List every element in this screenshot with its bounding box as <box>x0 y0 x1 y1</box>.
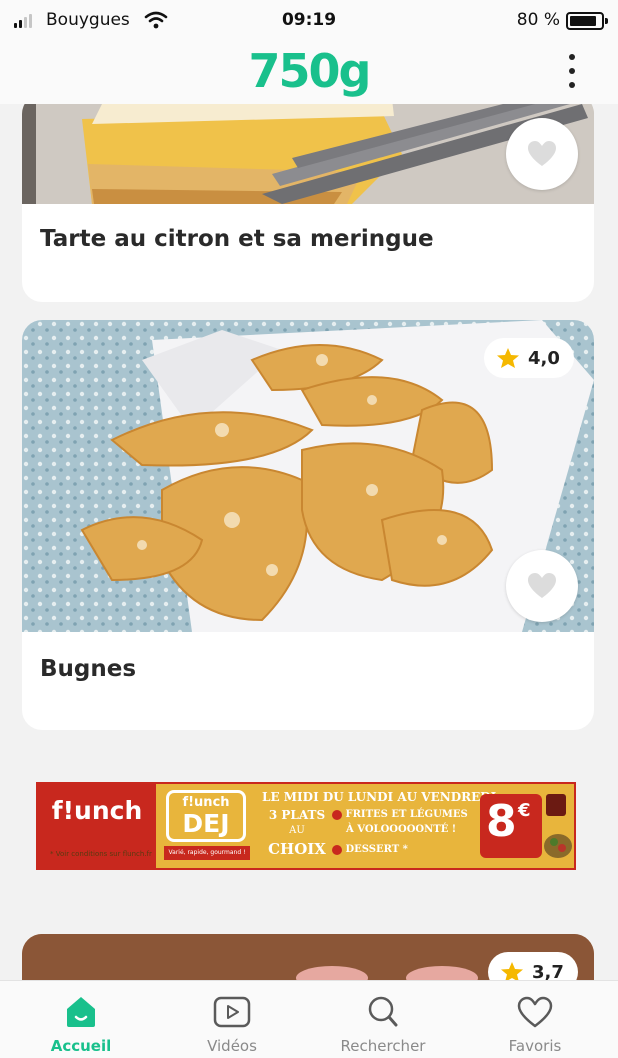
ad-conditions: * Voir conditions sur flunch.fr <box>50 850 152 858</box>
play-icon <box>213 996 251 1028</box>
ad-dej-brand: f!unch <box>182 795 230 810</box>
advertisement-banner[interactable]: f!unch * Voir conditions sur flunch.fr f… <box>36 782 576 870</box>
tab-favoris[interactable]: Favoris <box>458 981 612 1058</box>
search-icon <box>368 996 398 1027</box>
ad-currency: € <box>518 800 531 821</box>
ad-dej-title: DEJ <box>182 809 230 838</box>
favorite-button[interactable] <box>506 118 578 190</box>
recipe-title[interactable]: Bugnes <box>40 656 136 682</box>
ad-option-frites: FRITES ET LÉGUMES <box>332 809 468 820</box>
tab-videos[interactable]: Vidéos <box>155 981 309 1058</box>
favorite-button[interactable] <box>506 550 578 622</box>
ad-option-volonte: À VOLOOOOONTÉ ! <box>346 824 457 835</box>
ad-price: 8 <box>486 796 517 847</box>
ad-plats-line3: CHOIX <box>268 840 326 858</box>
battery-percentage: 80 % <box>516 10 560 30</box>
ad-plats-line2: AU <box>289 825 305 836</box>
tab-label: Vidéos <box>207 1037 257 1055</box>
app-header: 750g <box>0 42 618 104</box>
tab-rechercher[interactable]: Rechercher <box>306 981 460 1058</box>
ad-headline: LE MIDI DU LUNDI AU VENDREDI <box>262 790 497 804</box>
recipe-feed[interactable]: Tarte au citron et sa meringue 4,0 Bugne… <box>0 104 618 980</box>
star-icon <box>497 348 519 368</box>
bottom-tab-bar: Accueil Vidéos Rechercher Favoris <box>0 980 618 1058</box>
ad-brand-logo: f!unch <box>51 796 143 825</box>
ad-tagline: Varié, rapide, gourmand ! <box>164 846 250 860</box>
more-options-icon[interactable] <box>566 54 578 88</box>
ad-food-image <box>544 794 572 858</box>
tab-accueil[interactable]: Accueil <box>4 981 158 1058</box>
ad-option-dessert: DESSERT * <box>332 844 408 855</box>
rating-value: 4,0 <box>528 347 560 369</box>
rating-value: 3,7 <box>532 961 564 981</box>
ad-dej-badge: f!unch DEJ <box>166 790 246 842</box>
tab-label: Accueil <box>50 1037 112 1055</box>
rating-badge: 4,0 <box>484 338 574 378</box>
tab-label: Favoris <box>508 1037 562 1055</box>
recipe-title[interactable]: Tarte au citron et sa meringue <box>40 226 434 252</box>
home-icon <box>67 997 95 1027</box>
recipe-card[interactable]: Tarte au citron et sa meringue <box>22 104 594 302</box>
app-logo: 750g <box>248 44 372 98</box>
star-icon <box>501 962 523 980</box>
ad-price-badge: 8 € <box>480 794 542 858</box>
heart-icon <box>528 141 556 166</box>
recipe-card[interactable]: 3,7 <box>22 934 594 980</box>
status-bar: Bouygues 09:19 80 % <box>0 0 618 42</box>
rating-badge: 3,7 <box>488 952 578 980</box>
ad-plats-line1: 3 PLATS <box>268 808 326 822</box>
heart-icon <box>517 996 553 1028</box>
tab-label: Rechercher <box>340 1037 426 1055</box>
heart-icon <box>528 573 556 598</box>
battery-icon <box>566 12 608 30</box>
recipe-card[interactable]: 4,0 Bugnes <box>22 320 594 730</box>
